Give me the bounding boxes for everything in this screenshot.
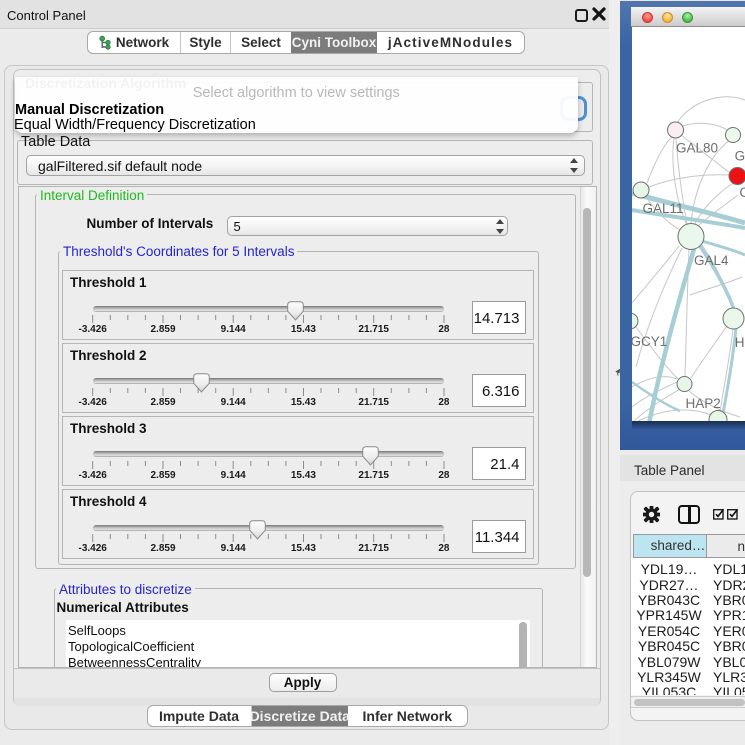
svg-text:CD: CD xyxy=(739,185,745,200)
svg-text:HAP2: HAP2 xyxy=(686,396,721,411)
svg-text:GAL4: GAL4 xyxy=(694,253,729,268)
svg-text:GA: GA xyxy=(735,149,745,164)
svg-text:GAL11: GAL11 xyxy=(643,201,684,216)
svg-text:GAL80: GAL80 xyxy=(676,141,718,156)
svg-text:HI: HI xyxy=(735,335,745,350)
svg-text:GCY1: GCY1 xyxy=(632,334,667,349)
